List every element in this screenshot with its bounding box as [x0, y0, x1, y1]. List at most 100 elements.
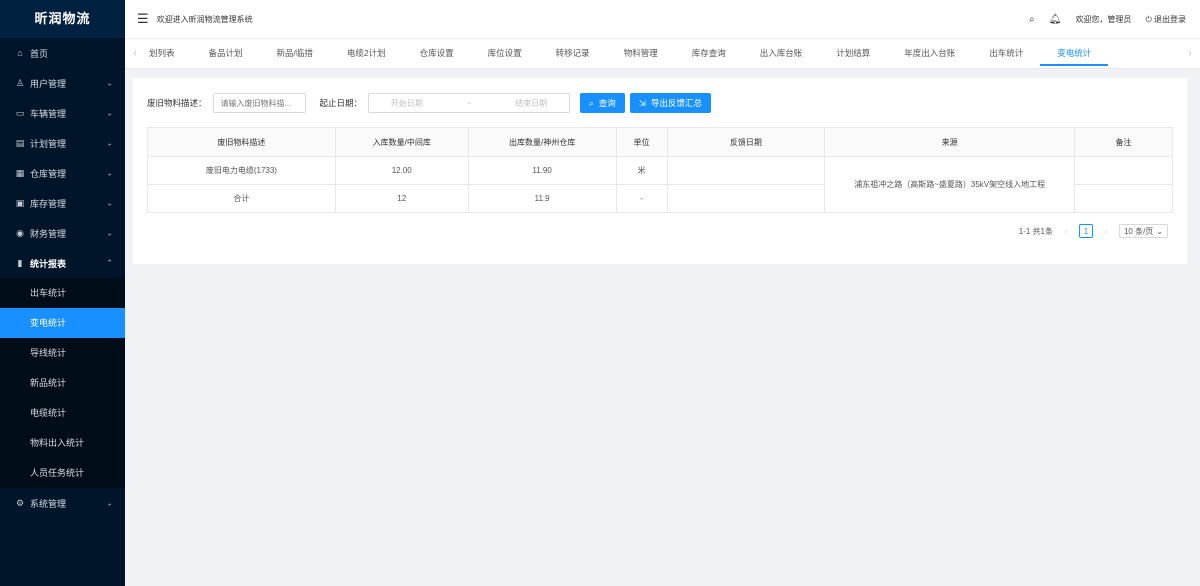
- date-range-picker[interactable]: 开始日期 ~ 结束日期: [368, 93, 571, 113]
- tab-item[interactable]: 年度出入台账: [887, 39, 972, 68]
- sidebar-item-warehouse[interactable]: ▦ 仓库管理 ⌄: [0, 158, 125, 188]
- tab-item[interactable]: 计划结算: [819, 39, 887, 68]
- sidebar-item-settings[interactable]: ⚙ 系统管理 ⌄: [0, 488, 125, 518]
- gear-icon: ⚙: [15, 497, 25, 508]
- col-header: 出库数量/神州仓库: [467, 127, 617, 157]
- sidebar-item-users[interactable]: ♙ 用户管理 ⌄: [0, 68, 125, 98]
- sidebar-subitem-cable-stats[interactable]: 电缆统计: [0, 398, 125, 428]
- page-number[interactable]: 1: [1078, 224, 1093, 238]
- search-icon: ⌕: [589, 97, 594, 108]
- tab-item[interactable]: 库存查询: [675, 39, 743, 68]
- col-header: 备注: [1074, 127, 1173, 157]
- tab-item[interactable]: 库位设置: [471, 39, 539, 68]
- sidebar-item-label: 用户管理: [30, 78, 67, 89]
- menu-fold-icon[interactable]: ☰: [137, 11, 149, 27]
- tab-item[interactable]: 物料管理: [607, 39, 675, 68]
- search-form: 废旧物料描述： 起止日期： 开始日期 ~ 结束日期 ⌕ 查询 ⇲ 导出反馈汇总: [147, 92, 1173, 114]
- date-label: 起止日期：: [319, 98, 363, 108]
- source-cell: 浦东祖冲之路（高斯路~盛夏路）35kV架空线入地工程: [824, 156, 1076, 213]
- sidebar-item-finance[interactable]: ◉ 财务管理 ⌄: [0, 218, 125, 248]
- chevron-down-icon: ⌄: [1156, 226, 1163, 236]
- sidebar: 昕润物流 ⌂ 首页 ♙ 用户管理 ⌄ ▭ 车辆管理 ⌄ ▤ 计划管理 ⌄ ▦ 仓…: [0, 0, 125, 586]
- range-separator: ~: [466, 98, 472, 108]
- cell: [666, 156, 826, 185]
- export-icon: ⇲: [638, 97, 646, 108]
- tab-item[interactable]: 变电统计: [1040, 39, 1109, 68]
- sidebar-item-label: 统计报表: [30, 258, 67, 269]
- cell: 合计: [147, 184, 336, 213]
- welcome-text: 欢迎进入昕润物流管理系统: [156, 14, 253, 24]
- sidebar-subitem-wire-stats[interactable]: 导线统计: [0, 338, 125, 368]
- col-header: 入库数量/中间库: [334, 127, 469, 157]
- sidebar-item-reports[interactable]: ▮ 统计报表 ⌃: [0, 248, 125, 278]
- tab-item[interactable]: 出车统计: [972, 39, 1040, 68]
- sidebar-item-label: 仓库管理: [30, 168, 67, 179]
- search-icon[interactable]: ⌕: [1029, 14, 1035, 25]
- sidebar-subitem-trip-stats[interactable]: 出车统计: [0, 278, 125, 308]
- cell: 米: [615, 156, 668, 185]
- chevron-up-icon: ⌃: [106, 258, 113, 268]
- page-size-select[interactable]: 10 条/页 ⌄: [1118, 224, 1168, 238]
- sidebar-subitem-new-goods-stats[interactable]: 新品统计: [0, 368, 125, 398]
- reports-submenu: 出车统计 变电统计 导线统计 新品统计 电缆统计 物料出入统计 人员任务统计: [0, 278, 125, 488]
- content-panel: 废旧物料描述： 起止日期： 开始日期 ~ 结束日期 ⌕ 查询 ⇲ 导出反馈汇总 …: [133, 78, 1187, 264]
- sidebar-item-label: 计划管理: [30, 138, 67, 149]
- chevron-down-icon: ⌄: [106, 78, 113, 88]
- tab-list: 划列表 备品计划 新品/临措 电缆2计划 仓库设置 库位设置 转移记录 物料管理 库存查询 出入库…: [145, 39, 1180, 68]
- chevron-down-icon: ⌄: [106, 108, 113, 118]
- sidebar-subitem-material-io-stats[interactable]: 物料出入统计: [0, 428, 125, 458]
- car-icon: ▭: [15, 107, 25, 118]
- tab-item[interactable]: 出入库台账: [743, 39, 820, 68]
- file-icon: ▤: [15, 137, 25, 148]
- sidebar-item-label: 车辆管理: [30, 108, 67, 119]
- home-icon: ⌂: [17, 48, 23, 58]
- tab-scroll-left-icon[interactable]: ‹: [125, 48, 145, 59]
- sidebar-item-label: 首页: [30, 48, 49, 59]
- logout-button[interactable]: ⏻ 退出登录: [1145, 14, 1186, 25]
- inventory-icon: ▣: [15, 197, 25, 208]
- chevron-down-icon: ⌄: [106, 228, 113, 238]
- export-button[interactable]: ⇲ 导出反馈汇总: [629, 93, 711, 113]
- tab-item[interactable]: 转移记录: [539, 39, 607, 68]
- sidebar-subitem-staff-task-stats[interactable]: 人员任务统计: [0, 458, 125, 488]
- tab-item[interactable]: 电缆2计划: [330, 39, 403, 68]
- sidebar-item-vehicles[interactable]: ▭ 车辆管理 ⌄: [0, 98, 125, 128]
- cell: 废旧电力电缆(1733): [147, 156, 336, 185]
- bell-icon[interactable]: 🔔︎: [1049, 14, 1062, 25]
- sidebar-item-label: 财务管理: [30, 228, 67, 239]
- desc-input[interactable]: [212, 93, 306, 113]
- sidebar-item-label: 系统管理: [30, 498, 67, 509]
- tab-scroll-right-icon[interactable]: ›: [1180, 48, 1200, 59]
- sidebar-subitem-substation-stats[interactable]: 变电统计: [0, 308, 125, 338]
- table-row: 废旧电力电缆(1733) 12.00 11.90 米 浦东祖冲之路（高斯路~盛夏…: [147, 156, 1173, 213]
- user-greeting: 欢迎您，管理员: [1075, 14, 1132, 24]
- tab-item[interactable]: 划列表: [145, 39, 192, 68]
- app-logo: 昕润物流: [0, 0, 125, 38]
- stats-table: 废旧物料描述 入库数量/中间库 出库数量/神州仓库 单位 反馈日期 来源 备注 …: [147, 127, 1173, 213]
- query-button[interactable]: ⌕ 查询: [580, 93, 625, 113]
- cell: 12.00: [334, 156, 469, 185]
- desc-label: 废旧物料描述：: [147, 98, 207, 108]
- pagination-summary: 1-1 共1条: [1018, 226, 1053, 236]
- cell: 11.90: [467, 156, 617, 185]
- sidebar-item-home[interactable]: ⌂ 首页: [0, 38, 125, 68]
- tab-item[interactable]: 仓库设置: [403, 39, 471, 68]
- start-date-placeholder: 开始日期: [390, 98, 423, 108]
- prev-page-icon[interactable]: ‹: [1059, 224, 1073, 238]
- tab-bar: ‹ 划列表 备品计划 新品/临措 电缆2计划 仓库设置 库位设置 转移记录 物料管理 库存查询出…: [125, 38, 1200, 69]
- tab-item[interactable]: 新品/临措: [260, 39, 330, 68]
- sidebar-item-inventory[interactable]: ▣ 库存管理 ⌄: [0, 188, 125, 218]
- cell: 11.9: [467, 184, 617, 213]
- header-actions: ⌕ 🔔︎ 欢迎您，管理员 ⏻ 退出登录: [1029, 14, 1186, 25]
- next-page-icon[interactable]: ›: [1099, 224, 1113, 238]
- col-header: 废旧物料描述: [147, 127, 336, 157]
- cell: [666, 184, 826, 213]
- tab-item[interactable]: 备品计划: [192, 39, 260, 68]
- chart-icon: ▮: [17, 257, 23, 268]
- warehouse-icon: ▦: [15, 167, 25, 178]
- cell: [1074, 184, 1173, 213]
- sidebar-item-plans[interactable]: ▤ 计划管理 ⌄: [0, 128, 125, 158]
- col-header: 单位: [615, 127, 668, 157]
- pagination: 1-1 共1条 ‹ 1 › 10 条/页 ⌄: [1019, 224, 1168, 238]
- finance-icon: ◉: [16, 227, 24, 238]
